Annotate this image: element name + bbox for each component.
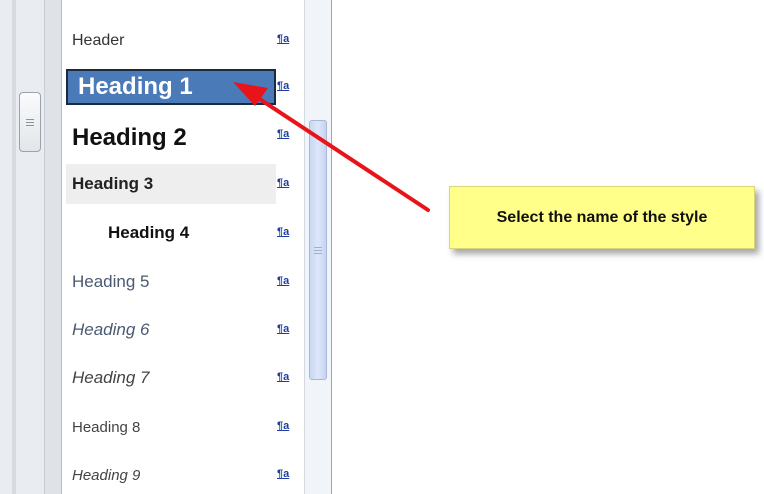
callout-text: Select the name of the style: [496, 208, 708, 226]
style-item-label: Heading 1: [78, 73, 193, 100]
style-item-heading-7[interactable]: Heading 7: [66, 366, 276, 390]
style-item-label: Heading 8: [72, 418, 141, 436]
paragraph-style-icon: ¶a: [277, 80, 290, 92]
styles-pane-scrollbar[interactable]: [304, 0, 331, 494]
splitter-handle[interactable]: [19, 92, 41, 152]
style-item-heading-9[interactable]: Heading 9: [66, 463, 276, 487]
scrollbar-thumb[interactable]: [309, 120, 327, 380]
style-item-label: Heading 4: [108, 223, 190, 242]
paragraph-style-icon: ¶a: [277, 177, 290, 189]
frame-strip: [44, 0, 62, 494]
paragraph-style-icon: ¶a: [277, 275, 290, 287]
paragraph-style-icon: ¶a: [277, 128, 290, 140]
paragraph-style-icon: ¶a: [277, 226, 290, 238]
paragraph-style-icon: ¶a: [277, 468, 290, 480]
style-item-header[interactable]: Header: [66, 30, 276, 52]
style-item-label: Heading 9: [72, 466, 141, 484]
style-item-heading-2[interactable]: Heading 2: [66, 122, 276, 154]
style-item-label: Heading 5: [72, 272, 150, 291]
styles-pane: Header ¶a Heading 1 ¶a Heading 2 ¶a Head…: [62, 0, 332, 494]
frame-edge: [12, 0, 16, 494]
paragraph-style-icon: ¶a: [277, 33, 290, 45]
style-item-label: Heading 3: [72, 174, 154, 193]
style-item-heading-1[interactable]: Heading 1: [66, 69, 276, 105]
paragraph-style-icon: ¶a: [277, 420, 290, 432]
instruction-callout: Select the name of the style: [449, 186, 755, 249]
paragraph-style-icon: ¶a: [277, 371, 290, 383]
style-item-heading-8[interactable]: Heading 8: [66, 415, 276, 439]
style-item-heading-4[interactable]: Heading 4: [66, 220, 276, 246]
style-item-heading-5[interactable]: Heading 5: [66, 270, 276, 294]
style-item-heading-3[interactable]: Heading 3: [66, 164, 276, 204]
style-item-label: Header: [72, 32, 125, 49]
grip-icon: [314, 245, 322, 256]
window-frame-left: [0, 0, 62, 494]
style-item-label: Heading 2: [72, 124, 187, 151]
paragraph-style-icon: ¶a: [277, 323, 290, 335]
style-item-label: Heading 6: [72, 320, 150, 339]
grip-icon: [26, 117, 34, 128]
style-item-heading-6[interactable]: Heading 6: [66, 318, 276, 342]
style-item-label: Heading 7: [72, 368, 150, 387]
